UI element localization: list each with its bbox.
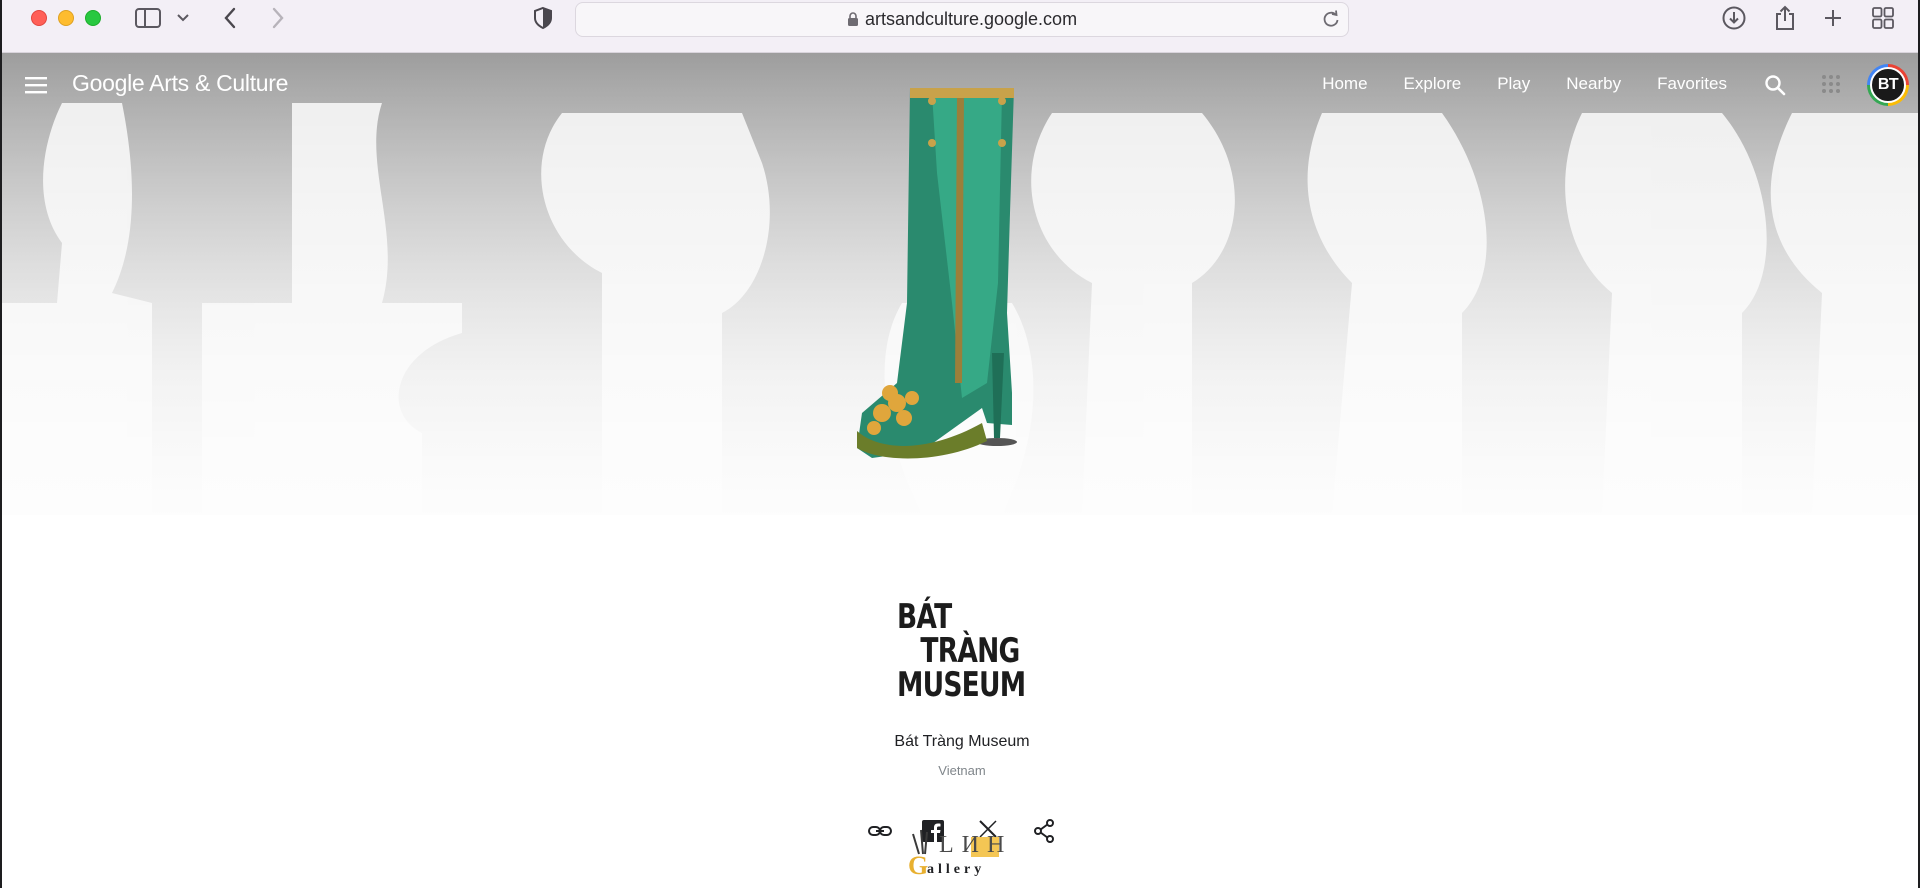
site-header: Google Arts & Culture Home Explore Play …	[2, 53, 1918, 117]
museum-name: Bát Tràng Museum	[894, 733, 1030, 750]
nav-link-home[interactable]: Home	[1322, 74, 1367, 94]
search-icon[interactable]	[1763, 73, 1787, 102]
watermark-top: LИH	[939, 832, 1013, 858]
site-logo[interactable]: Google Arts & Culture	[72, 70, 288, 97]
back-icon[interactable]	[222, 4, 238, 32]
museum-logo-line-2: TRÀNG	[920, 631, 1020, 671]
watermark-initial: G	[908, 851, 929, 880]
watermark-bottom: allery	[927, 862, 986, 877]
avatar-initials: BT	[1870, 67, 1906, 103]
museum-country[interactable]: Vietnam	[2, 763, 1918, 778]
tab-overview-icon[interactable]	[1871, 4, 1895, 32]
hero-background-image	[2, 53, 1918, 515]
lock-icon	[847, 12, 858, 26]
download-icon[interactable]	[1721, 4, 1747, 32]
gallery-watermark: LИH G allery	[905, 820, 1025, 880]
nav-link-explore[interactable]: Explore	[1404, 74, 1462, 94]
apps-grid-icon[interactable]	[1820, 73, 1842, 100]
nav-link-play[interactable]: Play	[1497, 74, 1530, 94]
nav-link-favorites[interactable]: Favorites	[1657, 74, 1727, 94]
link-icon[interactable]	[867, 818, 893, 849]
forward-icon[interactable]	[270, 4, 286, 32]
museum-logo: BÁT TRÀNG MUSEUM	[897, 597, 1026, 705]
minimize-window-button[interactable]	[58, 10, 74, 26]
nav-link-nearby[interactable]: Nearby	[1566, 74, 1621, 94]
browser-toolbar: artsandculture.google.com	[2, 0, 1918, 53]
browser-window: artsandculture.google.com Google Arts & …	[0, 0, 1920, 888]
chevron-down-icon[interactable]	[176, 4, 190, 32]
sidebar-icon[interactable]	[134, 4, 162, 32]
share-icon[interactable]	[1032, 818, 1056, 849]
close-window-button[interactable]	[31, 10, 47, 26]
account-avatar[interactable]: BT	[1867, 64, 1909, 106]
reload-icon[interactable]	[1322, 9, 1340, 34]
zoom-window-button[interactable]	[85, 10, 101, 26]
site-nav-links: Home Explore Play Nearby Favorites	[1322, 74, 1727, 94]
new-tab-icon[interactable]	[1822, 4, 1844, 32]
menu-icon[interactable]	[24, 74, 48, 96]
address-bar[interactable]: artsandculture.google.com	[575, 2, 1349, 37]
privacy-shield-icon[interactable]	[533, 4, 553, 32]
museum-logo-line-1: BÁT	[897, 597, 952, 637]
share-icon[interactable]	[1773, 4, 1797, 32]
hero-banner: Google Arts & Culture Home Explore Play …	[2, 53, 1918, 515]
url-text: artsandculture.google.com	[864, 9, 1078, 29]
museum-logo-line-3: MUSEUM	[897, 665, 1026, 705]
